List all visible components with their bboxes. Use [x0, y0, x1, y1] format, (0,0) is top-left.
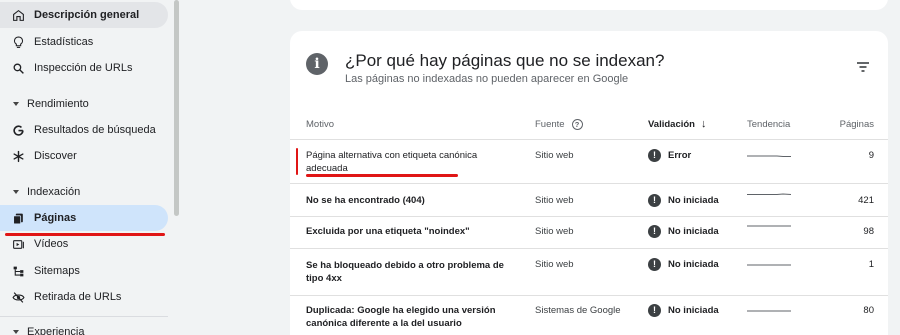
- sidebar-item-inspeccion-urls[interactable]: Inspección de URLs: [0, 55, 168, 81]
- annotation-underline: [5, 233, 165, 236]
- header-motivo[interactable]: Motivo: [306, 114, 334, 134]
- sidebar-item-discover[interactable]: Discover: [0, 143, 168, 169]
- pages-icon: [11, 211, 25, 225]
- sidebar-item-retirada-urls[interactable]: Retirada de URLs: [0, 284, 168, 310]
- alert-icon: !: [648, 303, 661, 317]
- row-validacion: ! Error: [648, 148, 691, 162]
- row-motivo: Página alternativa con etiqueta canónica…: [306, 150, 478, 174]
- row-motivo: No se ha encontrado (404): [306, 194, 425, 206]
- trend-sparkline: [747, 219, 791, 233]
- header-fuente[interactable]: Fuente ?: [535, 114, 583, 134]
- card-title: ¿Por qué hay páginas que no se indexan?: [345, 51, 665, 70]
- sidebar-item-label: Sitemaps: [34, 265, 80, 277]
- trend-sparkline: [747, 304, 791, 318]
- table-row[interactable]: Excluida por una etiqueta "noindex" Siti…: [290, 217, 888, 249]
- chevron-down-icon: [13, 102, 19, 106]
- search-icon: [11, 61, 25, 75]
- row-motivo: Excluida por una etiqueta "noindex": [306, 225, 470, 237]
- sidebar-item-label: Retirada de URLs: [34, 291, 122, 303]
- sidebar-item-label: Discover: [34, 150, 77, 162]
- chevron-down-icon: [13, 190, 19, 194]
- section-indexacion[interactable]: Indexación: [0, 182, 80, 202]
- row-validacion: ! No iniciada: [648, 224, 719, 238]
- card-subtitle: Las páginas no indexadas no pueden apare…: [345, 73, 629, 85]
- row-validacion: ! No iniciada: [648, 193, 719, 207]
- sidebar-item-estadisticas[interactable]: Estadísticas: [0, 29, 168, 55]
- arrow-down-icon: ↓: [701, 118, 707, 130]
- row-paginas: 1: [868, 258, 874, 270]
- sidebar-item-label: Estadísticas: [34, 36, 94, 48]
- sidebar-divider: [0, 316, 168, 317]
- table-row[interactable]: Se ha bloqueado debido a otro problema d…: [290, 249, 888, 296]
- help-icon[interactable]: ?: [571, 118, 583, 130]
- sidebar-item-label: Resultados de búsqueda: [34, 124, 156, 136]
- annotation-vertical-mark: [296, 148, 298, 175]
- sidebar-scrollbar[interactable]: [174, 0, 179, 216]
- error-icon: !: [648, 148, 661, 162]
- trend-sparkline: [747, 188, 791, 202]
- table-row[interactable]: Página alternativa con etiqueta canónica…: [290, 140, 888, 183]
- row-fuente: Sitio web: [535, 149, 574, 161]
- sidebar-item-sitemaps[interactable]: Sitemaps: [0, 258, 168, 284]
- lightbulb-icon: [11, 35, 25, 49]
- alert-icon: !: [648, 224, 661, 238]
- sidebar-item-paginas[interactable]: Páginas: [0, 205, 168, 231]
- row-paginas: 9: [868, 149, 874, 161]
- row-validacion: ! No iniciada: [648, 303, 719, 317]
- table-row[interactable]: Duplicada: Google ha elegido una versión…: [290, 296, 888, 335]
- header-validacion[interactable]: Validación ↓: [648, 114, 707, 134]
- trend-sparkline: [747, 148, 791, 162]
- row-motivo: Duplicada: Google ha elegido una versión…: [306, 305, 496, 329]
- google-g-icon: [11, 123, 25, 137]
- alert-icon: !: [648, 257, 661, 271]
- row-fuente: Sistemas de Google: [535, 304, 621, 316]
- video-icon: [11, 237, 25, 251]
- eye-off-icon: [11, 290, 25, 304]
- sidebar-item-descripcion-general[interactable]: Descripción general: [0, 2, 168, 28]
- chevron-down-icon: [13, 330, 19, 334]
- header-paginas[interactable]: Páginas: [840, 114, 874, 134]
- row-paginas: 421: [858, 194, 874, 206]
- header-tendencia: Tendencia: [747, 118, 791, 130]
- sidebar-item-label: Descripción general: [34, 9, 140, 21]
- sidebar: Descripción general Estadísticas Inspecc…: [0, 0, 175, 335]
- sidebar-item-resultados-busqueda[interactable]: Resultados de búsqueda: [0, 117, 168, 143]
- sidebar-item-label: Páginas: [34, 212, 77, 224]
- row-fuente: Sitio web: [535, 258, 574, 270]
- section-label: Rendimiento: [27, 98, 89, 110]
- sidebar-item-label: Inspección de URLs: [34, 62, 133, 74]
- filter-icon[interactable]: [855, 59, 871, 75]
- row-paginas: 98: [863, 225, 874, 237]
- row-fuente: Sitio web: [535, 194, 574, 206]
- asterisk-icon: [11, 149, 25, 163]
- previous-card: [290, 0, 888, 10]
- sitemap-icon: [11, 264, 25, 278]
- row-validacion: ! No iniciada: [648, 257, 719, 271]
- table-row[interactable]: No se ha encontrado (404) Sitio web ! No…: [290, 184, 888, 216]
- sidebar-item-label: Vídeos: [34, 238, 69, 250]
- section-rendimiento[interactable]: Rendimiento: [0, 94, 89, 114]
- section-label: Indexación: [27, 186, 81, 198]
- row-paginas: 80: [863, 304, 874, 316]
- trend-sparkline: [747, 257, 791, 271]
- section-experiencia[interactable]: Experiencia: [0, 322, 84, 335]
- info-icon: i: [306, 53, 328, 75]
- alert-icon: !: [648, 193, 661, 207]
- section-label: Experiencia: [27, 326, 85, 335]
- not-indexed-card: i ¿Por qué hay páginas que no se indexan…: [290, 31, 888, 335]
- table-header: Motivo Fuente ? Validación ↓ Tendencia P…: [290, 114, 888, 134]
- row-motivo: Se ha bloqueado debido a otro problema d…: [306, 260, 504, 284]
- home-icon: [11, 8, 25, 22]
- row-fuente: Sitio web: [535, 225, 574, 237]
- annotation-underline: [306, 174, 458, 177]
